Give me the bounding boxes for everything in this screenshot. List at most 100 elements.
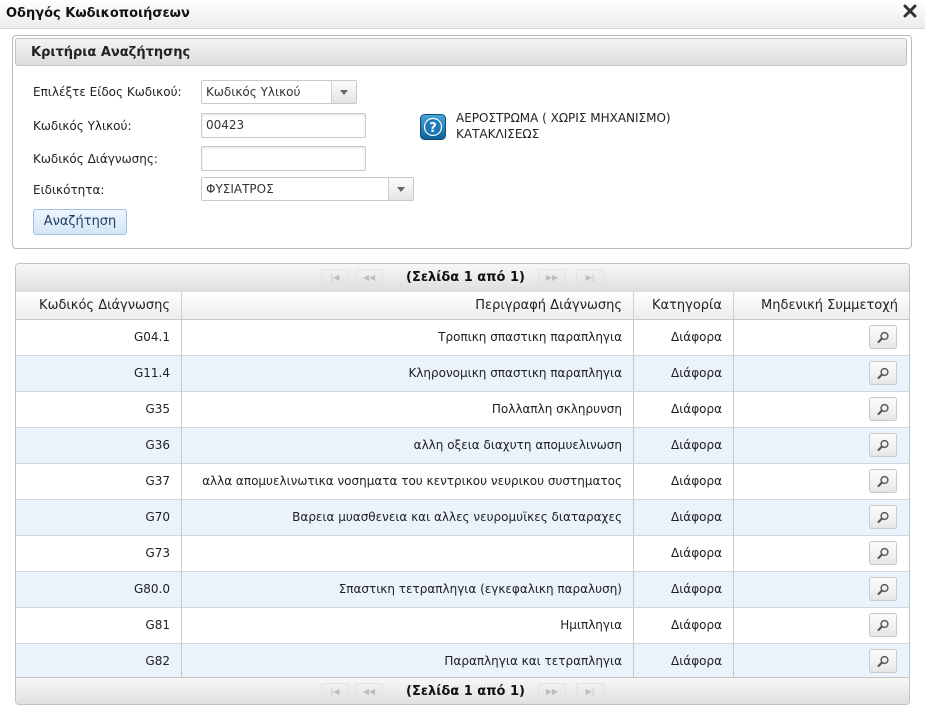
- prev-page-icon[interactable]: ◀◀: [355, 683, 383, 701]
- magnifier-icon[interactable]: [869, 541, 897, 565]
- diagnosis-code-cell: G82: [16, 644, 182, 679]
- table-row[interactable]: G04.1 Τροπικη σπαστικη παραπληγια Διάφορα: [16, 320, 909, 356]
- search-button[interactable]: Αναζήτηση: [33, 209, 127, 235]
- zero-participation-cell: [734, 428, 909, 463]
- diagnosis-code-cell: G80.0: [16, 572, 182, 607]
- magnifier-icon[interactable]: [869, 469, 897, 493]
- category-cell: Διάφορα: [634, 608, 734, 643]
- category-cell: Διάφορα: [634, 428, 734, 463]
- magnifier-icon[interactable]: [869, 613, 897, 637]
- zero-participation-cell: [734, 320, 909, 355]
- next-page-icon[interactable]: ▶▶: [538, 683, 566, 701]
- material-description-line1: ΑΕΡΟΣΤΡΩΜΑ ( ΧΩΡΙΣ ΜΗΧΑΝΙΣΜΟ): [456, 111, 671, 125]
- category-cell: Διάφορα: [634, 392, 734, 427]
- specialty-value: ΦΥΣΙΑΤΡΟΣ: [206, 182, 274, 196]
- zero-participation-cell: [734, 536, 909, 571]
- first-page-icon[interactable]: |◀: [321, 683, 349, 701]
- table-header: Κωδικός Διάγνωσης Περιγραφή Διάγνωσης Κα…: [16, 292, 909, 320]
- material-description-line2: ΚΑΤΑΚΛΙΣΕΩΣ: [456, 127, 540, 141]
- dialog-titlebar: Οδηγός Κωδικοποιήσεων: [0, 0, 925, 29]
- search-criteria-legend: Κριτήρια Αναζήτησης: [15, 38, 907, 66]
- specialty-select[interactable]: ΦΥΣΙΑΤΡΟΣ: [201, 177, 414, 201]
- code-type-value: Κωδικός Υλικού: [206, 85, 301, 99]
- diagnosis-code-cell: G04.1: [16, 320, 182, 355]
- magnifier-icon[interactable]: [869, 325, 897, 349]
- page-indicator: (Σελίδα 1 από 1): [406, 270, 525, 285]
- search-criteria-title: Κριτήρια Αναζήτησης: [31, 45, 191, 60]
- diagnosis-code-cell: G37: [16, 464, 182, 499]
- close-icon[interactable]: [903, 4, 917, 18]
- prev-page-icon[interactable]: ◀◀: [355, 269, 383, 287]
- material-description: ΑΕΡΟΣΤΡΩΜΑ ( ΧΩΡΙΣ ΜΗΧΑΝΙΣΜΟ) ΚΑΤΑΚΛΙΣΕΩ…: [456, 110, 671, 142]
- category-cell: Διάφορα: [634, 356, 734, 391]
- category-cell: Διάφορα: [634, 536, 734, 571]
- category-cell: Διάφορα: [634, 644, 734, 679]
- diagnosis-description-cell: Τροπικη σπαστικη παραπληγια: [182, 320, 634, 355]
- table-row[interactable]: G35 Πολλαπλη σκληρυνση Διάφορα: [16, 392, 909, 428]
- table-row[interactable]: G82 Παραπληγια και τετραπληγια Διάφορα: [16, 644, 909, 680]
- zero-participation-cell: [734, 356, 909, 391]
- diagnosis-code-cell: G11.4: [16, 356, 182, 391]
- zero-participation-cell: [734, 500, 909, 535]
- table-row[interactable]: G36 αλλη οξεια διαχυτη απομυελινωση Διάφορ…: [16, 428, 909, 464]
- zero-participation-cell: [734, 572, 909, 607]
- search-criteria-panel: Κριτήρια Αναζήτησης Επιλέξτε Είδος Κωδικ…: [12, 35, 912, 249]
- diagnosis-description-cell: αλλη οξεια διαχυτη απομυελινωση: [182, 428, 634, 463]
- page-indicator: (Σελίδα 1 από 1): [406, 684, 525, 699]
- table-row[interactable]: G73 Διάφορα: [16, 536, 909, 572]
- specialty-label: Ειδικότητα:: [33, 183, 105, 197]
- diagnosis-description-cell: Παραπληγια και τετραπληγια: [182, 644, 634, 679]
- code-type-select[interactable]: Κωδικός Υλικού: [201, 80, 357, 104]
- last-page-icon[interactable]: ▶|: [576, 269, 604, 287]
- pager-bottom: |◀ ◀◀ (Σελίδα 1 από 1) ▶▶ ▶|: [16, 677, 909, 704]
- diagnosis-description-cell: Κληρονομικη σπαστικη παραπληγια: [182, 356, 634, 391]
- table-row[interactable]: G37 αλλα απομυελινωτικα νοσηματα του κεντ…: [16, 464, 909, 500]
- table-row[interactable]: G70 Βαρεια μυασθενεια και αλλες νευρομυϊκ…: [16, 500, 909, 536]
- zero-participation-cell: [734, 464, 909, 499]
- magnifier-icon[interactable]: [869, 361, 897, 385]
- next-page-icon[interactable]: ▶▶: [538, 269, 566, 287]
- diagnosis-code-cell: G70: [16, 500, 182, 535]
- table-row[interactable]: G80.0 Σπαστικη τετραπληγια (εγκεφαλικη πα…: [16, 572, 909, 608]
- magnifier-icon[interactable]: [869, 577, 897, 601]
- category-cell: Διάφορα: [634, 500, 734, 535]
- diagnosis-code-label: Κωδικός Διάγνωσης:: [33, 152, 158, 166]
- category-cell: Διάφορα: [634, 320, 734, 355]
- material-code-input[interactable]: 00423: [201, 113, 366, 138]
- code-type-label: Επιλέξτε Είδος Κωδικού:: [33, 85, 182, 99]
- category-cell: Διάφορα: [634, 464, 734, 499]
- diagnosis-code-input[interactable]: [201, 146, 366, 171]
- last-page-icon[interactable]: ▶|: [576, 683, 604, 701]
- magnifier-icon[interactable]: [869, 397, 897, 421]
- header-diagnosis-description[interactable]: Περιγραφή Διάγνωσης: [182, 292, 634, 319]
- diagnosis-code-cell: G73: [16, 536, 182, 571]
- diagnosis-description-cell: Ημιπληγια: [182, 608, 634, 643]
- results-grid: |◀ ◀◀ (Σελίδα 1 από 1) ▶▶ ▶| Κωδικός Διά…: [15, 263, 910, 705]
- zero-participation-cell: [734, 608, 909, 643]
- table-row[interactable]: G11.4 Κληρονομικη σπαστικη παραπληγια Διάφ…: [16, 356, 909, 392]
- diagnosis-description-cell: αλλα απομυελινωτικα νοσηματα του κεντρικ…: [182, 464, 634, 499]
- zero-participation-cell: [734, 392, 909, 427]
- pager-top: |◀ ◀◀ (Σελίδα 1 από 1) ▶▶ ▶|: [16, 264, 909, 293]
- chevron-down-icon[interactable]: [388, 178, 413, 200]
- header-diagnosis-code[interactable]: Κωδικός Διάγνωσης: [16, 292, 182, 319]
- diagnosis-code-cell: G36: [16, 428, 182, 463]
- dialog-title: Οδηγός Κωδικοποιήσεων: [6, 6, 190, 21]
- help-icon[interactable]: ?: [420, 114, 446, 140]
- diagnosis-description-cell: [182, 536, 634, 571]
- first-page-icon[interactable]: |◀: [321, 269, 349, 287]
- category-cell: Διάφορα: [634, 572, 734, 607]
- diagnosis-code-cell: G81: [16, 608, 182, 643]
- chevron-down-icon[interactable]: [331, 81, 356, 103]
- magnifier-icon[interactable]: [869, 505, 897, 529]
- zero-participation-cell: [734, 644, 909, 679]
- magnifier-icon[interactable]: [869, 649, 897, 673]
- diagnosis-code-cell: G35: [16, 392, 182, 427]
- diagnosis-description-cell: Βαρεια μυασθενεια και αλλες νευρομυϊκες …: [182, 500, 634, 535]
- diagnosis-description-cell: Σπαστικη τετραπληγια (εγκεφαλικη παραλυσ…: [182, 572, 634, 607]
- table-row[interactable]: G81 Ημιπληγια Διάφορα: [16, 608, 909, 644]
- header-zero-participation[interactable]: Μηδενική Συμμετοχή: [734, 292, 909, 319]
- header-category[interactable]: Κατηγορία: [634, 292, 734, 319]
- magnifier-icon[interactable]: [869, 433, 897, 457]
- svg-text:?: ?: [429, 121, 437, 136]
